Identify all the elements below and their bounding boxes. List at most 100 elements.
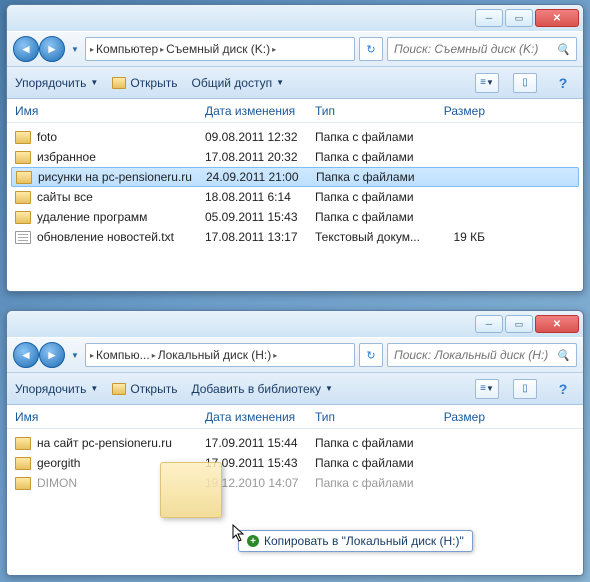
file-type: Папка с файлами (315, 150, 425, 164)
column-size[interactable]: Размер (425, 410, 485, 424)
maximize-button[interactable]: ▭ (505, 9, 533, 27)
folder-icon (16, 171, 32, 184)
explorer-window-k: ─ ▭ ✕ ◄ ► ▼ ▸ Компьютер ▸ Съемный диск (… (6, 4, 584, 292)
file-type: Папка с файлами (315, 210, 425, 224)
file-row[interactable]: избранное 17.08.2011 20:32Папка с файлами (7, 147, 583, 167)
file-row[interactable]: сайты все 18.08.2011 6:14Папка с файлами (7, 187, 583, 207)
refresh-button[interactable]: ↻ (359, 343, 383, 367)
folder-icon (15, 477, 31, 490)
minimize-button[interactable]: ─ (475, 315, 503, 333)
share-button[interactable]: Общий доступ▼ (191, 76, 284, 90)
search-icon: 🔍 (556, 43, 570, 56)
folder-icon (15, 151, 31, 164)
titlebar[interactable]: ─ ▭ ✕ (7, 311, 583, 337)
file-size: 19 КБ (425, 230, 485, 244)
file-date: 24.09.2011 21:00 (206, 170, 316, 184)
file-row[interactable]: DIMON19.12.2010 14:07Папка с файлами (7, 473, 583, 493)
file-name: удаление программ (37, 210, 147, 224)
titlebar[interactable]: ─ ▭ ✕ (7, 5, 583, 31)
close-button[interactable]: ✕ (535, 9, 579, 27)
search-input[interactable] (394, 42, 552, 56)
column-headers[interactable]: Имя Дата изменения Тип Размер (7, 405, 583, 429)
refresh-button[interactable]: ↻ (359, 37, 383, 61)
column-name[interactable]: Имя (15, 104, 205, 118)
column-date[interactable]: Дата изменения (205, 410, 315, 424)
breadcrumb-segment[interactable]: Компью... (96, 348, 150, 362)
plus-icon: + (247, 535, 259, 547)
column-type[interactable]: Тип (315, 104, 425, 118)
history-dropdown[interactable]: ▼ (69, 39, 81, 59)
file-name: foto (37, 130, 57, 144)
help-button[interactable]: ? (551, 73, 575, 93)
file-date: 17.08.2011 20:32 (205, 150, 315, 164)
folder-icon (15, 457, 31, 470)
copy-tooltip-label: Копировать в "Локальный диск (H:)" (264, 534, 464, 548)
help-button[interactable]: ? (551, 379, 575, 399)
back-button[interactable]: ◄ (13, 342, 39, 368)
breadcrumb[interactable]: ▸ Компьютер ▸ Съемный диск (K:) ▸ (85, 37, 355, 61)
file-date: 05.09.2011 15:43 (205, 210, 315, 224)
search-box[interactable]: 🔍 (387, 37, 577, 61)
organize-button[interactable]: Упорядочить▼ (15, 76, 98, 90)
column-headers[interactable]: Имя Дата изменения Тип Размер (7, 99, 583, 123)
organize-button[interactable]: Упорядочить▼ (15, 382, 98, 396)
file-date: 17.09.2011 15:44 (205, 436, 315, 450)
forward-button[interactable]: ► (39, 342, 65, 368)
column-name[interactable]: Имя (15, 410, 205, 424)
toolbar: Упорядочить▼ Открыть Общий доступ▼ ≡ ▼ ▯… (7, 67, 583, 99)
preview-pane-button[interactable]: ▯ (513, 379, 537, 399)
folder-icon (15, 191, 31, 204)
cursor-icon (232, 524, 246, 542)
preview-pane-button[interactable]: ▯ (513, 73, 537, 93)
view-button[interactable]: ≡ ▼ (475, 73, 499, 93)
text-file-icon (15, 231, 31, 244)
open-button[interactable]: Открыть (112, 382, 177, 396)
file-row[interactable]: georgith17.09.2011 15:43Папка с файлами (7, 453, 583, 473)
folder-open-icon (112, 77, 126, 89)
file-list: на сайт pc-pensioneru.ru 17.09.2011 15:44… (7, 429, 583, 497)
file-row[interactable]: foto 09.08.2011 12:32Папка с файлами (7, 127, 583, 147)
file-row[interactable]: на сайт pc-pensioneru.ru 17.09.2011 15:44… (7, 433, 583, 453)
breadcrumb-segment[interactable]: Съемный диск (K:) (166, 42, 270, 56)
search-input[interactable] (394, 348, 552, 362)
file-date: 09.08.2011 12:32 (205, 130, 315, 144)
back-button[interactable]: ◄ (13, 36, 39, 62)
file-type: Папка с файлами (315, 190, 425, 204)
history-dropdown[interactable]: ▼ (69, 345, 81, 365)
file-type: Текстовый докум... (315, 230, 425, 244)
column-date[interactable]: Дата изменения (205, 104, 315, 118)
file-type: Папка с файлами (316, 170, 426, 184)
file-type: Папка с файлами (315, 436, 425, 450)
file-name: на сайт pc-pensioneru.ru (37, 436, 172, 450)
folder-icon (15, 211, 31, 224)
file-row[interactable]: обновление новостей.txt 17.08.2011 13:17Т… (7, 227, 583, 247)
minimize-button[interactable]: ─ (475, 9, 503, 27)
breadcrumb-segment[interactable]: Компьютер (96, 42, 158, 56)
add-to-library-button[interactable]: Добавить в библиотеку▼ (191, 382, 332, 396)
toolbar: Упорядочить▼ Открыть Добавить в библиоте… (7, 373, 583, 405)
search-box[interactable]: 🔍 (387, 343, 577, 367)
breadcrumb-segment[interactable]: Локальный диск (H:) (158, 348, 272, 362)
folder-open-icon (112, 383, 126, 395)
column-type[interactable]: Тип (315, 410, 425, 424)
file-list: foto09.08.2011 12:32Папка с файламиизбра… (7, 123, 583, 251)
forward-button[interactable]: ► (39, 36, 65, 62)
breadcrumb[interactable]: ▸ Компью... ▸ Локальный диск (H:) ▸ (85, 343, 355, 367)
close-button[interactable]: ✕ (535, 315, 579, 333)
nav-bar: ◄ ► ▼ ▸ Компьютер ▸ Съемный диск (K:) ▸ … (7, 31, 583, 67)
file-date: 18.08.2011 6:14 (205, 190, 315, 204)
file-name: избранное (37, 150, 96, 164)
file-name: сайты все (37, 190, 93, 204)
file-row[interactable]: рисунки на pc-pensioneru.ru 24.09.2011 21… (11, 167, 579, 187)
file-name: рисунки на pc-pensioneru.ru (38, 170, 192, 184)
open-button[interactable]: Открыть (112, 76, 177, 90)
column-size[interactable]: Размер (425, 104, 485, 118)
file-type: Папка с файлами (315, 130, 425, 144)
view-button[interactable]: ≡ ▼ (475, 379, 499, 399)
file-date: 17.08.2011 13:17 (205, 230, 315, 244)
file-name: georgith (37, 456, 80, 470)
file-row[interactable]: удаление программ 05.09.2011 15:43Папка с… (7, 207, 583, 227)
folder-icon (15, 437, 31, 450)
file-name: обновление новостей.txt (37, 230, 174, 244)
maximize-button[interactable]: ▭ (505, 315, 533, 333)
